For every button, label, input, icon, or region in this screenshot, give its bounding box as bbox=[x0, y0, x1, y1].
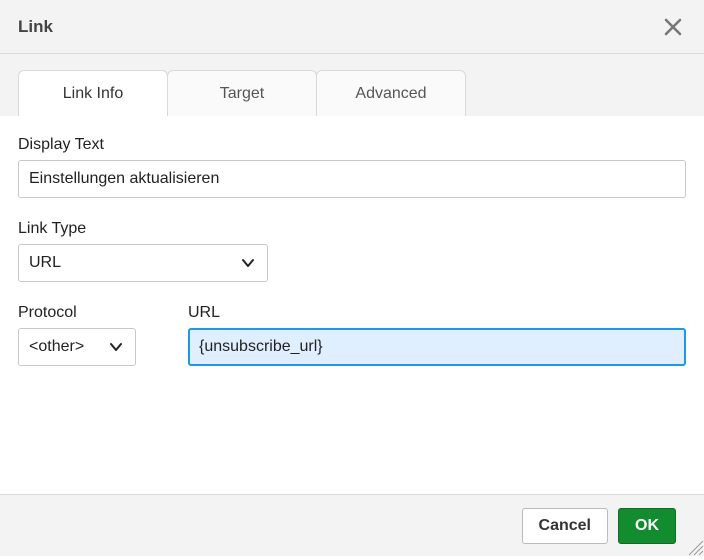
link-type-value: URL bbox=[29, 254, 227, 272]
dialog-titlebar: Link bbox=[0, 0, 704, 54]
chevron-down-icon bbox=[109, 340, 123, 354]
cancel-button[interactable]: Cancel bbox=[522, 508, 608, 544]
tab-target[interactable]: Target bbox=[167, 70, 317, 116]
dialog-title: Link bbox=[18, 17, 658, 37]
tab-label: Target bbox=[220, 85, 264, 103]
tab-link-info[interactable]: Link Info bbox=[18, 70, 168, 116]
display-text-group: Display Text bbox=[18, 136, 686, 198]
dialog-footer: Cancel OK bbox=[0, 494, 704, 556]
protocol-url-row: Protocol <other> URL bbox=[18, 304, 686, 366]
cancel-button-label: Cancel bbox=[539, 517, 591, 535]
display-text-input[interactable] bbox=[18, 160, 686, 198]
link-type-select[interactable]: URL bbox=[18, 244, 268, 282]
protocol-group: Protocol <other> bbox=[18, 304, 138, 366]
protocol-select[interactable]: <other> bbox=[18, 328, 136, 366]
display-text-label: Display Text bbox=[18, 136, 686, 154]
link-type-label: Link Type bbox=[18, 220, 686, 238]
url-input[interactable] bbox=[188, 328, 686, 366]
resize-grip-icon[interactable] bbox=[688, 540, 704, 556]
protocol-label: Protocol bbox=[18, 304, 138, 322]
content-panel: Display Text Link Type URL Protocol <oth… bbox=[0, 116, 704, 494]
tab-label: Link Info bbox=[63, 85, 123, 103]
chevron-down-icon bbox=[241, 256, 255, 270]
protocol-value: <other> bbox=[29, 338, 95, 356]
tab-label: Advanced bbox=[355, 85, 426, 103]
link-type-group: Link Type URL bbox=[18, 220, 686, 282]
tab-advanced[interactable]: Advanced bbox=[316, 70, 466, 116]
tabs: Link Info Target Advanced bbox=[18, 70, 686, 116]
url-group: URL bbox=[188, 304, 686, 366]
ok-button[interactable]: OK bbox=[618, 508, 676, 544]
url-label: URL bbox=[188, 304, 686, 322]
ok-button-label: OK bbox=[635, 517, 659, 535]
close-icon[interactable] bbox=[658, 10, 688, 44]
tabs-area: Link Info Target Advanced bbox=[0, 54, 704, 117]
